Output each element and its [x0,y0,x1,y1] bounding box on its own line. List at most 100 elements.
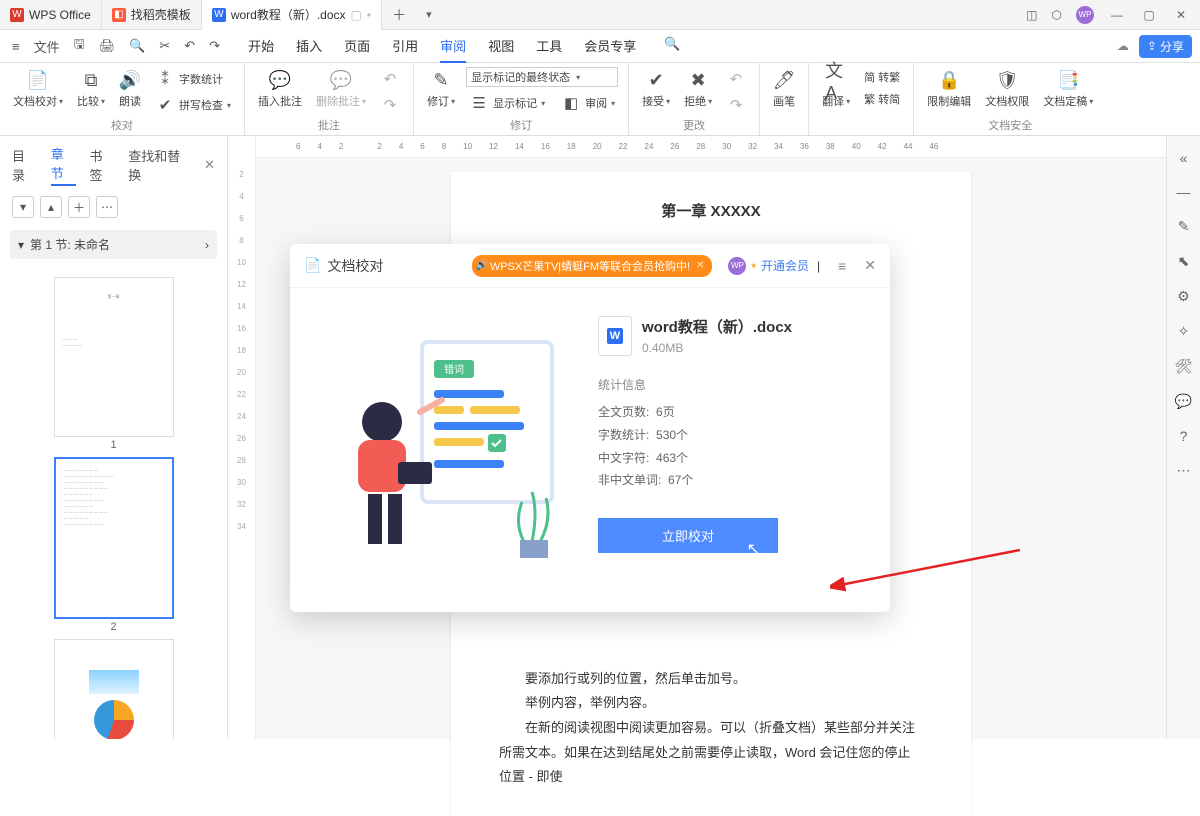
review-pane-button[interactable]: ◧审阅▾ [558,91,618,115]
avatar[interactable]: WP [1076,6,1094,24]
reject-button[interactable]: ✖拒绝▾ [681,67,715,111]
section-down-button[interactable]: ▾ [12,196,34,218]
titlebar: W WPS Office ◧ 找稻壳模板 W word教程（新）.docx ▢ … [0,0,1200,30]
chevron-down-icon: ▾ [18,238,24,252]
close-icon[interactable]: ✕ [204,157,215,173]
tools-icon[interactable]: 🛠 [1175,358,1193,375]
group-changes: ✔接受▾ ✖拒绝▾ ↶ ↷ 更改 [629,63,760,135]
word-count-button[interactable]: ⁑字数统计 [152,67,234,91]
tab-page[interactable]: 页面 [344,30,370,63]
pen-button[interactable]: 🖊画笔 [770,67,798,111]
nav-tab-bookmarks[interactable]: 书签 [90,146,115,184]
insert-comment-button[interactable]: 💬插入批注 [255,67,305,111]
page-thumbnail[interactable]: 第一章— — —— — — — [54,277,174,437]
tab-review[interactable]: 审阅 [440,30,466,63]
share-button[interactable]: ⇪分享 [1139,35,1192,58]
undo-icon[interactable]: ↶ [180,38,199,54]
page-number: 2 [0,621,227,633]
read-aloud-button[interactable]: 🔊朗读 [116,67,144,111]
layout-icon[interactable]: ◫ [1026,8,1037,22]
app-tab-templates[interactable]: ◧ 找稻壳模板 [102,0,202,30]
tab-vip[interactable]: 会员专享 [584,30,636,63]
preview-icon[interactable]: 🔍 [125,38,149,54]
cut-icon[interactable]: ✂ [155,38,174,54]
show-markup-button[interactable]: ☰显示标记▾ [466,91,548,115]
spellcheck-button[interactable]: ✔拼写检查▾ [152,93,234,117]
maximize-button[interactable]: ▢ [1140,8,1158,22]
edit-icon[interactable]: ✎ [1178,218,1190,235]
to-simplified-button[interactable]: 繁 转简 [861,89,903,109]
nav-tab-toc[interactable]: 目录 [12,146,37,184]
minus-icon[interactable]: — [1177,184,1191,200]
tab-label: 找稻壳模板 [131,6,191,23]
section-header[interactable]: ▾ 第 1 节: 未命名 › [10,230,217,259]
minimize-button[interactable]: — [1108,8,1126,22]
word-icon: W [212,8,226,22]
app-tab-document[interactable]: W word教程（新）.docx ▢ • [202,0,382,30]
hamburger-icon[interactable]: ≡ [8,39,24,54]
doc-permission-button[interactable]: 🛡文档权限 [982,67,1032,111]
dialog-title: 文档校对 [327,256,383,276]
collapse-icon[interactable]: « [1180,150,1188,166]
wordcount-icon: ⁑ [155,69,175,89]
new-tab-button[interactable]: ＋ [382,5,416,25]
next-change-button[interactable]: ↷ [723,93,749,117]
cube-icon[interactable]: ⬡ [1052,8,1062,22]
file-menu[interactable]: 文件 [30,37,64,56]
app-tab-wps[interactable]: W WPS Office [0,0,102,30]
track-changes-button[interactable]: ✎修订▾ [424,67,458,111]
tab-tools[interactable]: 工具 [536,30,562,63]
close-icon[interactable]: ✕ [864,257,876,274]
tab-view[interactable]: 视图 [488,30,514,63]
menu-icon[interactable]: ≡ [838,258,846,274]
menubar: ≡ 文件 🖫 🖨 🔍 ✂ ↶ ↷ 开始 插入 页面 引用 审阅 视图 工具 会员… [0,30,1200,63]
cloud-icon[interactable]: ☁ [1117,39,1129,53]
restrict-edit-button[interactable]: 🔒限制编辑 [924,67,974,111]
comment-add-icon: 💬 [269,69,291,91]
print-icon[interactable]: 🖨 [95,38,120,54]
compare-icon: ⧉ [80,69,102,91]
promo-banner[interactable]: WPSX芒果TV|蜻蜓FM等联合会员抢购中!✕ [472,255,713,277]
nav-tab-sections[interactable]: 章节 [51,144,76,186]
accept-icon: ✔ [645,69,667,91]
prev-change-button[interactable]: ↶ [723,67,749,91]
markup-icon: ☰ [469,93,489,113]
doc-proof-button[interactable]: 📄文档校对▾ [10,67,66,111]
prev-comment-button[interactable]: ↶ [377,67,403,91]
more-icon[interactable]: ⋯ [1177,462,1191,479]
page-thumbnail[interactable]: — — — — — — —— — — — — — — — — —— — — — … [54,457,174,619]
page-thumbnail[interactable] [54,639,174,739]
vip-link[interactable]: WP⭑开通会员 [728,257,809,275]
tab-list-button[interactable]: ▾ [416,8,442,21]
compare-button[interactable]: ⧉比较▾ [74,67,108,111]
settings-icon[interactable]: ⚙ [1177,288,1190,305]
help-icon[interactable]: ? [1180,428,1188,444]
redo-icon[interactable]: ↷ [205,38,224,54]
to-traditional-button[interactable]: 简 转繁 [861,67,903,87]
nav-tab-find[interactable]: 查找和替换 [128,146,190,184]
perm-icon: 🛡 [996,69,1018,91]
close-button[interactable]: ✕ [1172,8,1190,22]
comment-icon[interactable]: 💬 [1175,393,1192,410]
next-comment-button[interactable]: ↷ [377,93,403,117]
display-mode-combo[interactable]: 显示标记的最终状态▾ [466,67,618,87]
save-icon[interactable]: 🖫 [70,35,89,57]
start-proofing-button[interactable]: 立即校对 ↖ [598,518,778,553]
tab-label: WPS Office [29,8,91,22]
select-icon[interactable]: ⬉ [1178,253,1190,270]
tab-start[interactable]: 开始 [248,30,274,63]
search-icon[interactable]: 🔍 [664,30,680,63]
section-settings-button[interactable]: ⋯ [96,196,118,218]
section-up-button[interactable]: ▴ [40,196,62,218]
doc-finalize-button[interactable]: 📑文档定稿▾ [1040,67,1096,111]
close-icon[interactable]: ✕ [696,260,704,271]
tab-ref[interactable]: 引用 [392,30,418,63]
navigation-pane: 目录 章节 书签 查找和替换 ✕ ▾ ▴ ＋ ⋯ ▾ 第 1 节: 未命名 › … [0,136,228,739]
section-add-button[interactable]: ＋ [68,196,90,218]
tab-insert[interactable]: 插入 [296,30,322,63]
accept-button[interactable]: ✔接受▾ [639,67,673,111]
ai-icon[interactable]: ✧ [1178,323,1190,340]
delete-comment-button[interactable]: 💬删除批注▾ [313,67,369,111]
stat-noncjk: 非中文单词: 67个 [598,469,878,492]
translate-button[interactable]: 文A翻译▾ [819,67,853,111]
